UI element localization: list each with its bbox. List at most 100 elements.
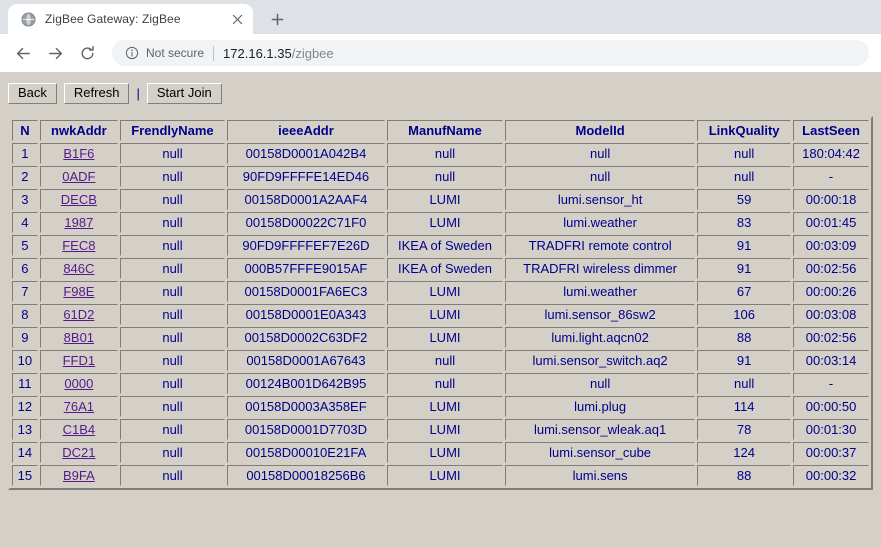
cell-linkquality: 91 [697, 258, 791, 279]
address-bar[interactable]: Not secure 172.16.1.35 /zigbee [112, 40, 869, 66]
cell-linkquality: null [697, 143, 791, 164]
cell-modelid: null [505, 373, 695, 394]
nwkaddr-link[interactable]: 1987 [64, 215, 93, 230]
cell-ieeeaddr: 00158D0001A042B4 [227, 143, 385, 164]
column-header-manufname: ManufName [387, 120, 503, 141]
cell-frendlyname: null [120, 235, 225, 256]
cell-lastseen: 00:03:08 [793, 304, 869, 325]
cell-index: 10 [12, 350, 38, 371]
cell-lastseen: 00:01:45 [793, 212, 869, 233]
back-button[interactable]: Back [8, 83, 57, 104]
cell-ieeeaddr: 00158D0001A67643 [227, 350, 385, 371]
nwkaddr-link[interactable]: 61D2 [63, 307, 94, 322]
table-row: 5FEC8null90FD9FFFFEF7E26DIKEA of SwedenT… [12, 235, 869, 256]
reload-icon[interactable] [72, 38, 102, 68]
close-icon[interactable] [227, 9, 247, 29]
nwkaddr-link[interactable]: C1B4 [63, 422, 96, 437]
new-tab-button[interactable] [263, 5, 291, 33]
cell-linkquality: 67 [697, 281, 791, 302]
cell-nwkaddr: B9FA [40, 465, 118, 486]
nwkaddr-link[interactable]: 8B01 [64, 330, 94, 345]
table-row: 861D2null00158D0001E0A343LUMIlumi.sensor… [12, 304, 869, 325]
nwkaddr-link[interactable]: B1F6 [63, 146, 94, 161]
cell-frendlyname: null [120, 212, 225, 233]
action-button-bar: Back Refresh | Start Join [8, 82, 873, 104]
nwkaddr-link[interactable]: F98E [63, 284, 94, 299]
table-row: 3DECBnull00158D0001A2AAF4LUMIlumi.sensor… [12, 189, 869, 210]
nwkaddr-link[interactable]: 846C [63, 261, 94, 276]
cell-frendlyname: null [120, 327, 225, 348]
cell-modelid: lumi.weather [505, 281, 695, 302]
table-row: 14DC21null00158D00010E21FALUMIlumi.senso… [12, 442, 869, 463]
cell-index: 5 [12, 235, 38, 256]
cell-lastseen: 00:00:18 [793, 189, 869, 210]
cell-lastseen: 00:03:09 [793, 235, 869, 256]
cell-frendlyname: null [120, 442, 225, 463]
info-circle-icon[interactable] [124, 46, 139, 61]
nwkaddr-link[interactable]: 76A1 [64, 399, 94, 414]
cell-nwkaddr: 846C [40, 258, 118, 279]
zigbee-device-table: N nwkAddr FrendlyName ieeeAddr ManufName… [8, 116, 873, 490]
cell-manufname: null [387, 143, 503, 164]
cell-frendlyname: null [120, 465, 225, 486]
cell-modelid: lumi.sensor_86sw2 [505, 304, 695, 325]
button-bar-separator: | [136, 86, 139, 101]
table-row: 15B9FAnull00158D00018256B6LUMIlumi.sens8… [12, 465, 869, 486]
cell-modelid: lumi.sensor_ht [505, 189, 695, 210]
cell-manufname: LUMI [387, 189, 503, 210]
cell-index: 4 [12, 212, 38, 233]
nwkaddr-link[interactable]: DC21 [62, 445, 95, 460]
nwkaddr-link[interactable]: FEC8 [62, 238, 95, 253]
column-header-n: N [12, 120, 38, 141]
start-join-button[interactable]: Start Join [147, 83, 222, 104]
security-status-label: Not secure [146, 46, 204, 60]
tab-strip: ZigBee Gateway: ZigBee [0, 0, 881, 34]
cell-nwkaddr: DECB [40, 189, 118, 210]
cell-frendlyname: null [120, 373, 225, 394]
cell-manufname: LUMI [387, 442, 503, 463]
nwkaddr-link[interactable]: 0ADF [62, 169, 95, 184]
cell-manufname: IKEA of Sweden [387, 235, 503, 256]
nwkaddr-link[interactable]: 0000 [64, 376, 93, 391]
cell-modelid: lumi.sensor_switch.aq2 [505, 350, 695, 371]
table-row: 1B1F6null00158D0001A042B4nullnullnull180… [12, 143, 869, 164]
cell-modelid: lumi.sensor_cube [505, 442, 695, 463]
cell-modelid: null [505, 166, 695, 187]
back-arrow-icon[interactable] [8, 38, 38, 68]
cell-index: 6 [12, 258, 38, 279]
cell-nwkaddr: B1F6 [40, 143, 118, 164]
table-row: 41987null00158D00022C71F0LUMIlumi.weathe… [12, 212, 869, 233]
cell-lastseen: 00:00:50 [793, 396, 869, 417]
table-body: 1B1F6null00158D0001A042B4nullnullnull180… [12, 143, 869, 486]
cell-manufname: IKEA of Sweden [387, 258, 503, 279]
cell-frendlyname: null [120, 143, 225, 164]
browser-tab-zigbee-gateway[interactable]: ZigBee Gateway: ZigBee [8, 4, 253, 34]
table-header: N nwkAddr FrendlyName ieeeAddr ManufName… [12, 120, 869, 141]
cell-frendlyname: null [120, 258, 225, 279]
cell-index: 8 [12, 304, 38, 325]
nwkaddr-link[interactable]: DECB [61, 192, 97, 207]
cell-frendlyname: null [120, 304, 225, 325]
table-row: 20ADFnull90FD9FFFFE14ED46nullnullnull- [12, 166, 869, 187]
refresh-button[interactable]: Refresh [64, 83, 130, 104]
cell-modelid: lumi.sensor_wleak.aq1 [505, 419, 695, 440]
cell-linkquality: 124 [697, 442, 791, 463]
cell-nwkaddr: DC21 [40, 442, 118, 463]
cell-linkquality: 88 [697, 327, 791, 348]
cell-nwkaddr: 0ADF [40, 166, 118, 187]
cell-modelid: TRADFRI wireless dimmer [505, 258, 695, 279]
forward-arrow-icon[interactable] [40, 38, 70, 68]
cell-ieeeaddr: 00158D0001FA6EC3 [227, 281, 385, 302]
cell-modelid: TRADFRI remote control [505, 235, 695, 256]
cell-ieeeaddr: 90FD9FFFFE14ED46 [227, 166, 385, 187]
cell-ieeeaddr: 00158D0002C63DF2 [227, 327, 385, 348]
table-header-row: N nwkAddr FrendlyName ieeeAddr ManufName… [12, 120, 869, 141]
cell-manufname: null [387, 166, 503, 187]
globe-icon [20, 11, 36, 27]
column-header-nwkaddr: nwkAddr [40, 120, 118, 141]
nwkaddr-link[interactable]: FFD1 [63, 353, 96, 368]
cell-lastseen: - [793, 166, 869, 187]
column-header-linkquality: LinkQuality [697, 120, 791, 141]
table-row: 13C1B4null00158D0001D7703DLUMIlumi.senso… [12, 419, 869, 440]
nwkaddr-link[interactable]: B9FA [63, 468, 95, 483]
